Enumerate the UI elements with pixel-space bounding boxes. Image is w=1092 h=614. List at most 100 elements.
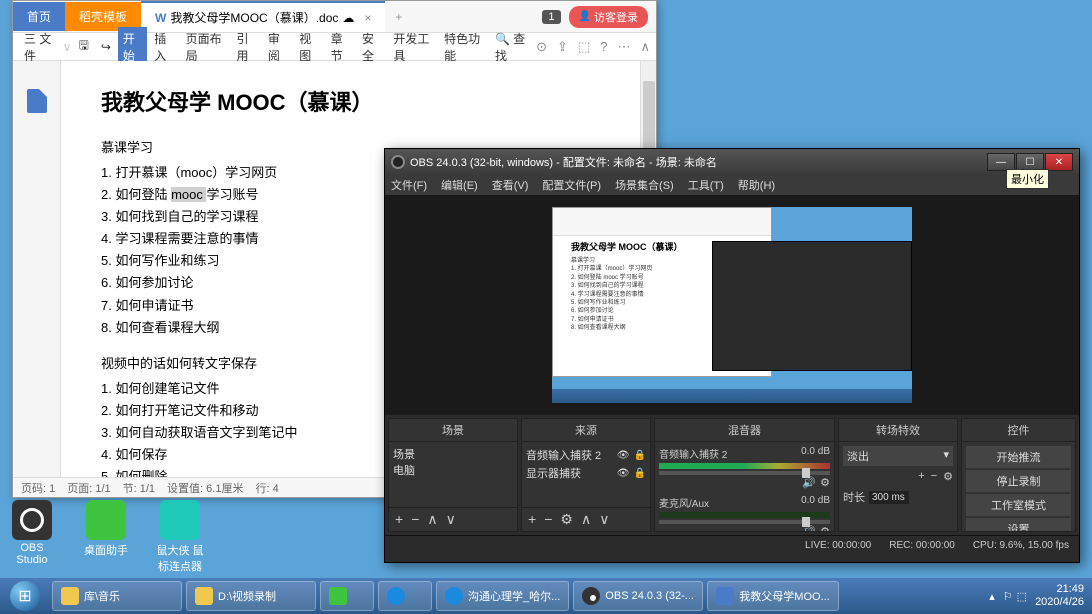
panel-scenes: 场景 场景 电脑 + − ∧ ∨: [388, 418, 518, 532]
app-icon: [86, 500, 126, 540]
panel-sources: 来源 音频输入捕获 2 👁🔒 显示器捕获 👁🔒 + − ⚙ ∧ ∨: [521, 418, 651, 532]
volume-slider[interactable]: [659, 471, 830, 475]
menu-view[interactable]: 查看(V): [492, 177, 529, 193]
up-icon[interactable]: ∧: [581, 511, 591, 528]
tray-icon[interactable]: ⚐: [1003, 590, 1013, 603]
help-icon[interactable]: ?: [600, 39, 607, 55]
panel-header: 混音器: [655, 419, 834, 442]
panel-header: 控件: [962, 419, 1075, 442]
gear-icon[interactable]: ⚙: [560, 511, 573, 528]
start-button[interactable]: [0, 578, 50, 614]
windows-icon: [10, 581, 40, 611]
transition-select[interactable]: 淡出▾: [843, 446, 953, 466]
obs-window: OBS 24.0.3 (32-bit, windows) - 配置文件: 未命名…: [384, 148, 1080, 563]
taskbar: 库\音乐 D:\视频录制 沟通心理学_哈尔... OBS 24.0.3 (32-…: [0, 578, 1092, 614]
export-icon[interactable]: ⬚: [578, 39, 590, 55]
add-icon[interactable]: +: [395, 511, 403, 528]
add-icon[interactable]: +: [918, 470, 924, 483]
obs-menubar: 文件(F) 编辑(E) 查看(V) 配置文件(P) 场景集合(S) 工具(T) …: [385, 175, 1079, 195]
remove-icon[interactable]: −: [411, 511, 419, 528]
remove-icon[interactable]: −: [931, 470, 937, 483]
menu-help[interactable]: 帮助(H): [738, 177, 775, 193]
tab-sync-icon[interactable]: ☁: [342, 11, 354, 25]
gear-icon[interactable]: ⚙: [943, 470, 953, 483]
page-count: 页面: 1/1: [67, 480, 110, 496]
obs-titlebar[interactable]: OBS 24.0.3 (32-bit, windows) - 配置文件: 未命名…: [385, 149, 1079, 175]
notification-badge[interactable]: 1: [542, 10, 560, 24]
save-icon[interactable]: 🖫: [74, 33, 94, 60]
panel-transitions: 转场特效 淡出▾ + − ⚙ 时长 300 ms: [838, 418, 958, 532]
panel-controls: 控件 开始推流 停止录制 工作室模式 设置 退出: [961, 418, 1076, 532]
login-button[interactable]: 访客登录: [569, 6, 648, 28]
taskbar-item[interactable]: [320, 581, 374, 611]
add-icon[interactable]: +: [528, 511, 536, 528]
down-icon[interactable]: ∨: [599, 511, 609, 528]
close-icon[interactable]: ×: [364, 11, 371, 25]
desktop-icon-clicker[interactable]: 鼠大侠 鼠标连点器: [152, 500, 208, 574]
source-item[interactable]: 显示器捕获 👁🔒: [526, 464, 646, 482]
preview-canvas: 我教父母学 MOOC（慕课） 慕课学习1. 打开慕课（mooc）学习网页2. 如…: [552, 207, 912, 403]
sync-icon[interactable]: ⊙: [536, 39, 547, 55]
collapse-icon[interactable]: ∧: [640, 39, 650, 55]
menu-scene[interactable]: 场景集合(S): [615, 177, 674, 193]
setting-value: 设置值: 6.1厘米: [167, 480, 243, 496]
eye-icon[interactable]: 👁: [617, 450, 630, 461]
obs-icon: [391, 155, 405, 169]
share-icon[interactable]: ⇪: [557, 39, 568, 55]
taskbar-item[interactable]: 库\音乐: [52, 581, 182, 611]
scene-item[interactable]: 电脑: [393, 462, 513, 478]
tab-doc-label: 我教父母学MOOC（慕课）.doc: [170, 9, 338, 26]
studio-mode-button[interactable]: 工作室模式: [966, 494, 1071, 516]
menu-profile[interactable]: 配置文件(P): [542, 177, 601, 193]
lock-icon[interactable]: 🔒: [634, 468, 646, 479]
lock-icon[interactable]: 🔒: [634, 450, 646, 461]
taskbar-item[interactable]: 我教父母学MOO...: [707, 581, 838, 611]
desktop-icon-helper[interactable]: 桌面助手: [78, 500, 134, 574]
panel-header: 场景: [389, 419, 517, 442]
tray-chevron-icon[interactable]: ▴: [989, 590, 995, 603]
duration-input[interactable]: 300 ms: [869, 491, 909, 504]
remove-icon[interactable]: −: [544, 511, 552, 528]
stop-record-button[interactable]: 停止录制: [966, 470, 1071, 492]
desktop-icon-obs[interactable]: OBS Studio: [4, 500, 60, 574]
taskbar-item[interactable]: 沟通心理学_哈尔...: [436, 581, 569, 611]
wps-sidebar: [13, 61, 61, 477]
menu-tools[interactable]: 工具(T): [688, 177, 724, 193]
obs-preview[interactable]: 我教父母学 MOOC（慕课） 慕课学习1. 打开慕课（mooc）学习网页2. 如…: [385, 195, 1079, 415]
rec-status: REC: 00:00:00: [889, 540, 955, 551]
menu-file[interactable]: 文件(F): [391, 177, 427, 193]
eye-icon[interactable]: 👁: [617, 468, 630, 479]
volume-slider[interactable]: [659, 520, 830, 524]
up-icon[interactable]: ∧: [427, 511, 437, 528]
doc-title: 我教父母学 MOOC（慕课）: [101, 85, 616, 117]
taskbar-item[interactable]: [378, 581, 432, 611]
menu-edit[interactable]: 编辑(E): [441, 177, 478, 193]
desktop-icons: OBS Studio 桌面助手 鼠大侠 鼠标连点器: [4, 500, 208, 574]
obs-statusbar: LIVE: 00:00:00 REC: 00:00:00 CPU: 9.6%, …: [385, 535, 1079, 555]
redo-icon[interactable]: ↪: [96, 37, 116, 57]
taskbar-item[interactable]: OBS 24.0.3 (32-...: [573, 581, 703, 611]
document-icon[interactable]: [27, 89, 47, 113]
gear-icon[interactable]: ⚙: [820, 476, 830, 489]
clock[interactable]: 21:49 2020/4/26: [1035, 583, 1084, 609]
browser-icon: [387, 587, 405, 605]
wps-toolbar: 三 文件 ∨ 🖫 ↪ 开始 插入 页面布局 引用 审阅 视图 章节 安全 开发工…: [13, 33, 656, 61]
app-icon: [160, 500, 200, 540]
mixer-track: 麦克风/Aux0.0 dB 🔊⚙: [659, 495, 830, 531]
more-icon[interactable]: ⋯: [617, 39, 630, 55]
highlighted-text: mooc: [171, 187, 206, 202]
panel-header: 转场特效: [839, 419, 957, 442]
minimize-tooltip: 最小化: [1006, 169, 1049, 189]
word-icon: W: [155, 11, 166, 25]
close-button[interactable]: ✕: [1045, 153, 1073, 171]
tray-icon[interactable]: ⬚: [1017, 590, 1027, 603]
taskbar-item[interactable]: D:\视频录制: [186, 581, 316, 611]
start-stream-button[interactable]: 开始推流: [966, 446, 1071, 468]
settings-button[interactable]: 设置: [966, 518, 1071, 531]
cpu-status: CPU: 9.6%, 15.00 fps: [973, 540, 1069, 551]
source-item[interactable]: 音频输入捕获 2 👁🔒: [526, 446, 646, 464]
line-number: 行: 4: [255, 480, 278, 496]
down-icon[interactable]: ∨: [446, 511, 456, 528]
gear-icon[interactable]: ⚙: [820, 525, 830, 531]
scene-item[interactable]: 场景: [393, 446, 513, 462]
